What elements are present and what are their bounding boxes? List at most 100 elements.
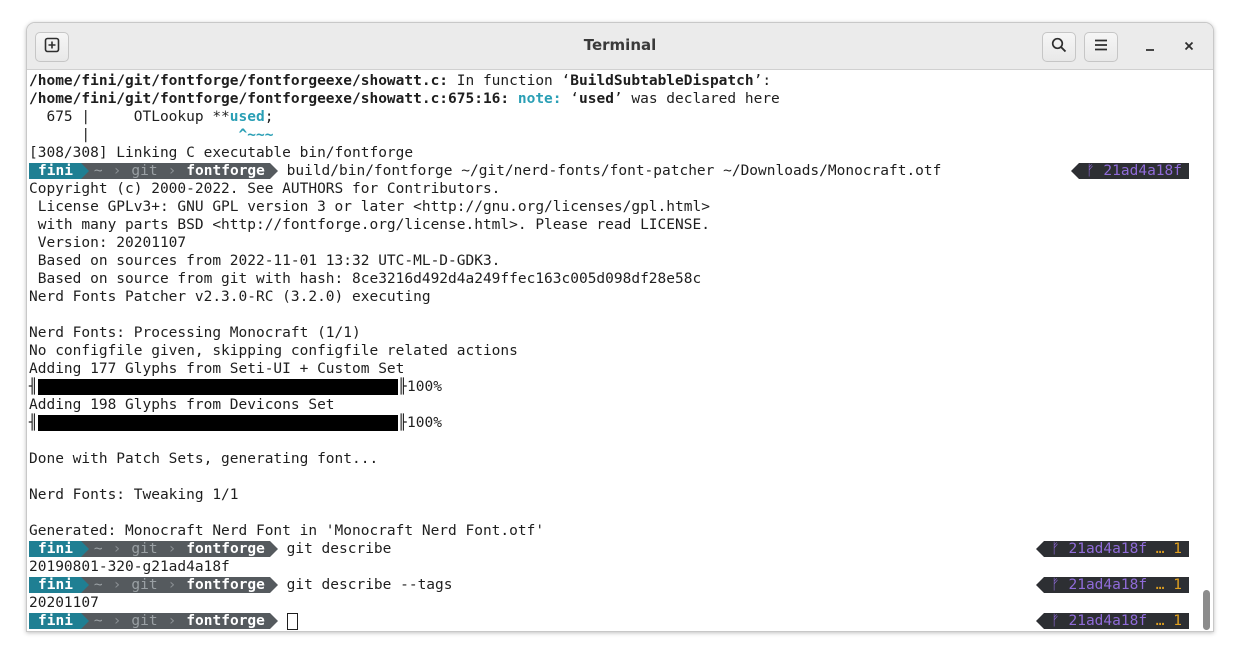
prompt-home: ~ <box>88 163 108 179</box>
output-line: Nerd Fonts Patcher v2.3.0-RC (3.2.0) exe… <box>29 289 431 305</box>
prompt-separator-icon <box>80 613 89 629</box>
git-dirty-indicator: … <box>1155 613 1165 629</box>
output-line: Based on sources from 2022-11-01 13:32 U… <box>29 253 501 269</box>
output-line: [308/308] Linking C executable bin/fontf… <box>29 145 414 161</box>
output-line: /home/fini/git/fontforge/fontforgeexe/sh… <box>29 73 772 89</box>
terminal-window: Terminal /home/fini/git/fontforge/fontfo… <box>26 22 1214 632</box>
output-line: Copyright (c) 2000-2022. See AUTHORS for… <box>29 181 501 197</box>
prompt-home: ~ <box>88 577 108 593</box>
prompt-dir: git <box>126 613 163 629</box>
close-icon <box>1183 38 1195 56</box>
prompt-chevron-icon: › <box>162 163 182 179</box>
git-dirty-indicator: … <box>1155 577 1165 593</box>
rprompt-arrow-icon <box>1036 577 1045 593</box>
output-line: No configfile given, skipping configfile… <box>29 343 518 359</box>
output-line: 20190801-320-g21ad4a18f <box>29 559 230 575</box>
prompt-home: ~ <box>88 613 108 629</box>
progress-fill <box>38 415 398 431</box>
git-branch-icon: ᚠ <box>1051 577 1060 593</box>
prompt-dir: git <box>126 163 163 179</box>
prompt-end-icon <box>269 577 278 593</box>
prompt-end-icon <box>269 163 278 179</box>
prompt-current-dir: fontforge <box>181 541 270 557</box>
git-hash: 21ad4a18f <box>1068 541 1148 557</box>
prompt-home: ~ <box>88 541 108 557</box>
prompt-end-icon <box>269 541 278 557</box>
output-line: Version: 20201107 <box>29 235 187 251</box>
output-line: Generated: Monocraft Nerd Font in 'Monoc… <box>29 523 545 539</box>
progress-bar-seti: ╢ ╟ 100% <box>29 379 442 395</box>
prompt-chevron-icon: › <box>107 613 127 629</box>
output-line: Nerd Fonts: Processing Monocraft (1/1) <box>29 325 361 341</box>
git-count: 1 <box>1173 577 1182 593</box>
command-text: git describe --tags <box>277 577 453 593</box>
git-dirty-indicator: … <box>1155 541 1165 557</box>
hamburger-menu-icon <box>1093 37 1109 57</box>
right-prompt: ᚠ 21ad4a18f … 1 <box>1036 576 1189 594</box>
terminal-cursor[interactable] <box>286 613 298 630</box>
terminal-output[interactable]: /home/fini/git/fontforge/fontforgeexe/sh… <box>27 70 1213 631</box>
git-hash: 21ad4a18f <box>1068 613 1148 629</box>
prompt-separator-icon <box>80 163 89 179</box>
output-line: License GPLv3+: GNU GPL version 3 or lat… <box>29 199 710 215</box>
prompt-user: fini <box>29 577 81 593</box>
output-line: with many parts BSD <http://fontforge.or… <box>29 217 710 233</box>
prompt-dir: git <box>126 541 163 557</box>
output-line: | ^~~~ <box>29 127 274 143</box>
output-line: Adding 198 Glyphs from Devicons Set <box>29 397 335 413</box>
git-hash: 21ad4a18f <box>1068 577 1148 593</box>
prompt-end-icon <box>269 613 278 629</box>
output-line: 675 | OTLookup **used; <box>29 109 274 125</box>
prompt-chevron-icon: › <box>107 577 127 593</box>
git-hash: 21ad4a18f <box>1103 163 1182 179</box>
git-branch-icon: ᚠ <box>1085 163 1095 179</box>
window-title: Terminal <box>583 36 657 54</box>
prompt-line: fini ~ › git › fontforge build/bin/fontforge … <box>29 162 941 180</box>
progress-bar-devicons: ╢ ╟ 100% <box>29 415 442 431</box>
minimize-button[interactable] <box>1139 36 1161 58</box>
prompt-chevron-icon: › <box>107 541 127 557</box>
prompt-separator-icon <box>80 577 89 593</box>
git-count: 1 <box>1173 541 1182 557</box>
header-bar: Terminal <box>27 23 1213 70</box>
command-text: git describe <box>277 541 392 557</box>
output-line: Based on source from git with hash: 8ce3… <box>29 271 702 287</box>
prompt-chevron-icon: › <box>162 613 182 629</box>
prompt-current-dir: fontforge <box>181 613 270 629</box>
prompt-chevron-icon: › <box>107 163 127 179</box>
prompt-line: fini ~ › git › fontforge git describe --tags <box>29 576 453 594</box>
output-line: Done with Patch Sets, generating font... <box>29 451 379 467</box>
prompt-line-active[interactable]: fini ~ › git › fontforge <box>29 612 298 630</box>
git-branch-icon: ᚠ <box>1051 541 1060 557</box>
right-prompt: ᚠ 21ad4a18f … 1 <box>1036 540 1189 558</box>
search-icon <box>1051 37 1067 57</box>
rprompt-arrow-icon <box>1036 613 1045 629</box>
prompt-dir: git <box>126 577 163 593</box>
prompt-line: fini ~ › git › fontforge git describe <box>29 540 391 558</box>
right-prompt: ᚠ 21ad4a18f … 1 <box>1036 612 1189 630</box>
prompt-user: fini <box>29 163 81 179</box>
progress-percent: 100% <box>407 415 442 431</box>
output-line: /home/fini/git/fontforge/fontforgeexe/sh… <box>29 91 780 107</box>
prompt-chevron-icon: › <box>162 541 182 557</box>
output-line: 20201107 <box>29 595 99 611</box>
rprompt-arrow-icon <box>1036 541 1045 557</box>
menu-button[interactable] <box>1084 32 1118 62</box>
command-text: build/bin/fontforge ~/git/nerd-fonts/fon… <box>277 163 942 179</box>
rprompt-arrow-icon <box>1070 163 1079 179</box>
prompt-user: fini <box>29 541 81 557</box>
output-line: Nerd Fonts: Tweaking 1/1 <box>29 487 239 503</box>
prompt-separator-icon <box>80 541 89 557</box>
close-button[interactable] <box>1178 36 1200 58</box>
prompt-current-dir: fontforge <box>181 163 270 179</box>
prompt-user: fini <box>29 613 81 629</box>
scrollbar-thumb[interactable] <box>1203 590 1210 630</box>
minimize-icon <box>1144 38 1156 56</box>
search-button[interactable] <box>1042 32 1076 62</box>
prompt-chevron-icon: › <box>162 577 182 593</box>
git-branch-icon: ᚠ <box>1051 613 1060 629</box>
prompt-current-dir: fontforge <box>181 577 270 593</box>
git-count: 1 <box>1173 613 1182 629</box>
output-line: Adding 177 Glyphs from Seti-UI + Custom … <box>29 361 405 377</box>
right-prompt: ᚠ 21ad4a18f <box>1070 162 1189 180</box>
